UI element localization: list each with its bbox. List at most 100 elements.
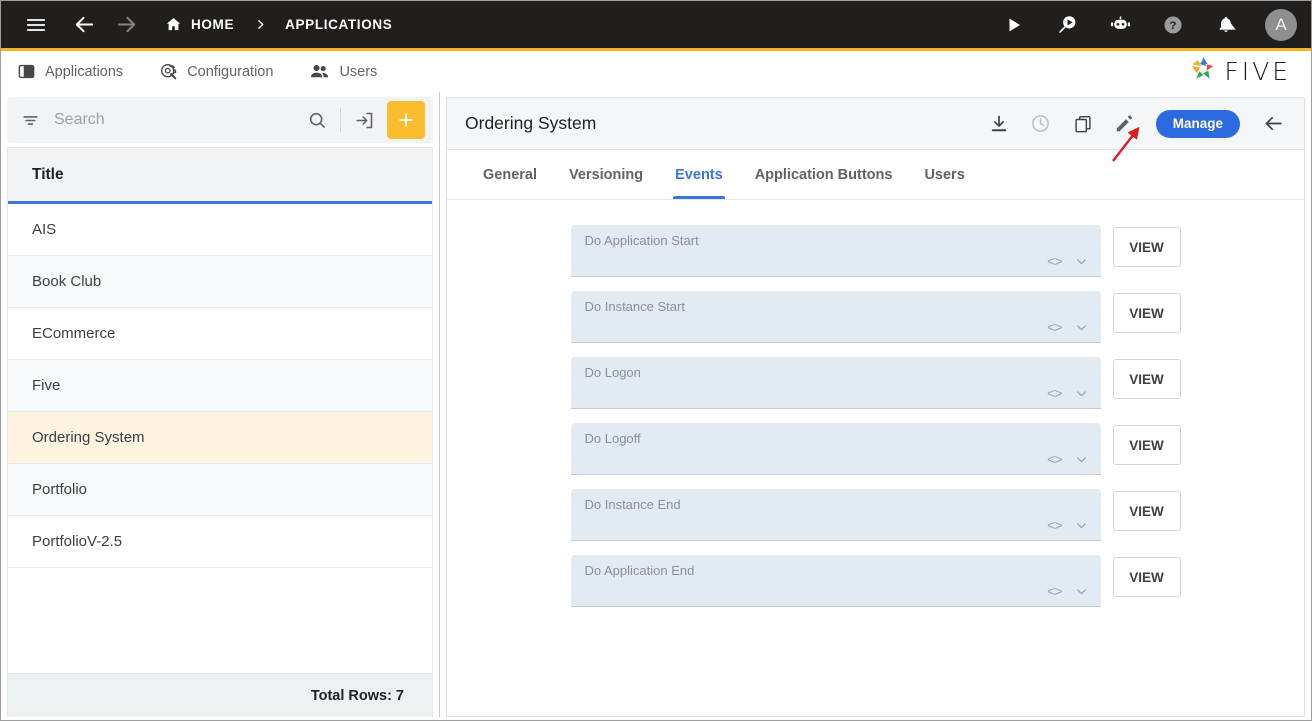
event-field-label: Do Instance End [584,497,681,512]
tab-events[interactable]: Events [659,150,739,199]
table-row[interactable]: Book Club [8,256,432,308]
code-brackets-icon[interactable]: <> [1047,583,1062,599]
edit-pencil-icon[interactable] [1110,109,1140,139]
code-brackets-icon[interactable]: <> [1047,253,1062,269]
toolbar-divider [340,108,341,132]
event-row: Do Instance Start <> VIEW [570,291,1181,343]
code-brackets-icon[interactable]: <> [1047,517,1062,533]
history-clock-icon[interactable] [1026,109,1056,139]
event-field[interactable]: Do Logon <> [570,357,1101,409]
tab-users[interactable]: Users [908,150,980,199]
table-row[interactable]: Five [8,360,432,412]
module-tab-label: Applications [45,63,124,80]
manage-button[interactable]: Manage [1155,109,1240,138]
event-row: Do Logoff <> VIEW [570,423,1181,475]
hamburger-icon[interactable] [19,8,53,42]
table-row[interactable]: Ordering System [8,412,432,464]
chatbot-icon[interactable] [1103,8,1137,42]
detail-header: Ordering System Manage [447,98,1304,150]
view-button[interactable]: VIEW [1112,491,1181,531]
chevron-down-icon[interactable] [1074,452,1089,467]
breadcrumb: HOME APPLICATIONS [165,16,392,33]
view-button[interactable]: VIEW [1112,293,1181,333]
table-row[interactable]: ECommerce [8,308,432,360]
event-row: Do Instance End <> VIEW [570,489,1181,541]
search-icon[interactable] [302,105,332,135]
nav-back-icon[interactable] [67,8,101,42]
table-cell-title: Book Club [32,273,102,290]
event-field[interactable]: Do Logoff <> [570,423,1101,475]
code-brackets-icon[interactable]: <> [1047,385,1062,401]
view-button[interactable]: VIEW [1112,227,1181,267]
table-column-header-title[interactable]: Title [8,148,432,204]
copy-icon[interactable] [1068,109,1098,139]
import-export-icon[interactable] [349,105,379,135]
code-brackets-icon[interactable]: <> [1047,319,1062,335]
chevron-down-icon[interactable] [1074,254,1089,269]
filter-list-icon[interactable] [21,111,40,130]
run-icon[interactable] [997,8,1031,42]
event-field-label: Do Application End [584,563,695,578]
table-cell-title: Ordering System [32,429,145,446]
svg-text:?: ? [1170,20,1177,32]
tab-application-buttons[interactable]: Application Buttons [739,150,909,199]
module-tab-configuration[interactable]: Configuration [159,62,273,81]
top-navigation-bar: HOME APPLICATIONS ? A [1,1,1311,51]
table-row[interactable]: PortfolioV-2.5 [8,516,432,568]
table-body[interactable]: AIS Book Club ECommerce Five Ordering System… [8,204,432,673]
module-tab-label: Configuration [187,63,274,80]
page-title: Ordering System [465,113,597,133]
nav-forward-icon[interactable] [109,8,143,42]
tab-general[interactable]: General [467,150,553,199]
search-bar [7,97,433,143]
detail-back-icon[interactable] [1258,109,1288,139]
event-field[interactable]: Do Application Start <> [570,225,1101,277]
event-field-icons: <> [1047,583,1088,599]
module-tab-users[interactable]: Users [309,61,377,82]
chevron-down-icon[interactable] [1074,518,1089,533]
event-field-icons: <> [1047,517,1088,533]
chevron-down-icon[interactable] [1074,386,1089,401]
chevron-down-icon[interactable] [1074,320,1089,335]
event-field-icons: <> [1047,385,1088,401]
chevron-down-icon[interactable] [1074,584,1089,599]
event-field-label: Do Instance Start [584,299,685,314]
code-brackets-icon[interactable]: <> [1047,451,1062,467]
notifications-bell-icon[interactable] [1209,8,1243,42]
module-tab-label: Users [339,63,378,80]
main-body: Title AIS Book Club ECommerce Five Ordering … [1,92,1311,720]
gear-wrench-icon [159,62,178,81]
table-cell-title: PortfolioV-2.5 [32,533,123,550]
help-icon[interactable]: ? [1156,8,1190,42]
view-button[interactable]: VIEW [1112,557,1181,597]
total-rows-label: Total Rows: 7 [310,687,404,704]
applications-table: Title AIS Book Club ECommerce Five Ordering … [7,147,433,673]
home-icon[interactable] [165,16,182,33]
table-row[interactable]: Portfolio [8,464,432,516]
breadcrumb-home-label[interactable]: HOME [191,17,234,32]
event-field-label: Do Logoff [584,431,641,446]
search-input[interactable] [54,111,302,129]
download-icon[interactable] [984,109,1014,139]
avatar[interactable]: A [1265,8,1297,41]
event-field[interactable]: Do Instance Start <> [570,291,1101,343]
search-run-icon[interactable] [1050,8,1084,42]
add-application-button[interactable] [387,101,425,139]
table-cell-title: Five [32,377,61,394]
event-field-label: Do Application Start [584,233,699,248]
breadcrumb-current-label: APPLICATIONS [285,17,393,32]
view-button[interactable]: VIEW [1112,359,1181,399]
event-field-icons: <> [1047,253,1088,269]
module-tab-applications[interactable]: Applications [17,62,123,81]
tab-versioning[interactable]: Versioning [553,150,659,199]
view-button[interactable]: VIEW [1112,425,1181,465]
event-field[interactable]: Do Application End <> [570,555,1101,607]
breadcrumb-separator-icon [254,18,267,31]
topbar-actions: ? A [997,8,1297,42]
five-pinwheel-logo [1188,54,1218,89]
event-field[interactable]: Do Instance End <> [570,489,1101,541]
applications-panel-icon [17,62,36,81]
table-row[interactable]: AIS [8,204,432,256]
events-list: Do Application Start <> VIEW Do Instance St… [447,200,1304,716]
users-group-icon [309,61,330,82]
